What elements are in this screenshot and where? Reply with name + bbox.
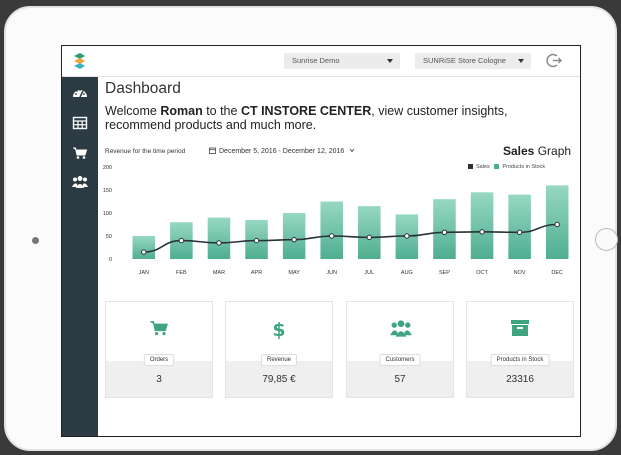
archive-icon	[511, 320, 529, 336]
bar-products-in-stock[interactable]	[282, 213, 306, 259]
tablet-bezel: Sunrise Demo SUNRiSE Store Cologne Dashb…	[4, 6, 618, 451]
card-label: Revenue	[260, 354, 298, 366]
page-title: Dashboard	[105, 80, 181, 97]
bar-products-in-stock[interactable]	[508, 194, 531, 259]
svg-text:$: $	[272, 319, 285, 339]
sales-point[interactable]	[253, 237, 260, 244]
y-tick-label: 150	[103, 188, 112, 194]
main-content: Dashboard Welcome Roman to the CT INSTOR…	[98, 77, 580, 436]
card-value: 57	[394, 374, 406, 385]
x-tick-label: JAN	[139, 270, 149, 276]
bar-products-in-stock[interactable]	[132, 236, 156, 259]
x-tick-label: AUG	[401, 270, 413, 276]
store-select[interactable]: SUNRiSE Store Cologne	[415, 53, 531, 69]
y-tick-label: 200	[103, 165, 112, 171]
store-select-value: SUNRiSE Store Cologne	[423, 56, 506, 65]
chart-heading: Sales Graph	[503, 144, 572, 158]
card-customers[interactable]: Customers 57	[346, 301, 454, 398]
x-tick-label: MAY	[288, 270, 300, 276]
bar-products-in-stock[interactable]	[433, 199, 456, 259]
sales-point[interactable]	[329, 233, 335, 239]
y-tick-label: 50	[106, 234, 112, 240]
chevron-down-icon	[387, 59, 393, 63]
table-icon[interactable]	[72, 116, 88, 130]
chevron-down-icon	[518, 59, 524, 63]
sales-point[interactable]	[554, 221, 560, 228]
sales-point[interactable]	[291, 236, 297, 243]
x-tick-label: APR	[251, 270, 262, 276]
kpi-cards: Orders 3 $ Revenue 79,85 € Customers 57 …	[98, 301, 580, 401]
sidebar	[62, 77, 98, 436]
project-select-value: Sunrise Demo	[292, 56, 340, 65]
sales-line	[143, 223, 558, 253]
user-name: Roman	[160, 104, 203, 118]
sales-point[interactable]	[479, 229, 485, 235]
x-tick-label: FEB	[176, 270, 187, 276]
bar-products-in-stock[interactable]	[358, 206, 381, 259]
sales-point[interactable]	[366, 234, 372, 241]
card-orders[interactable]: Orders 3	[105, 301, 213, 398]
logout-icon[interactable]	[546, 52, 563, 69]
x-tick-label: JUL	[364, 270, 374, 276]
bar-products-in-stock[interactable]	[207, 217, 231, 259]
chevron-down-icon	[349, 148, 355, 153]
sales-point[interactable]	[216, 240, 222, 246]
dashboard-icon[interactable]	[72, 86, 88, 100]
x-tick-label: JUN	[326, 270, 337, 276]
x-tick-label: DEC	[551, 270, 563, 276]
bar-products-in-stock[interactable]	[320, 201, 343, 260]
card-value: 23316	[506, 374, 534, 385]
cart-icon[interactable]	[72, 146, 88, 160]
calendar-icon	[209, 147, 216, 154]
cart-icon	[150, 321, 168, 336]
revenue-period-label: Revenue for the time period	[105, 148, 186, 155]
camera-dot	[32, 237, 39, 244]
card-label: Customers	[379, 354, 421, 366]
date-range-picker[interactable]: December 5, 2016 - December 12, 2016	[209, 147, 355, 155]
sales-point[interactable]	[141, 249, 147, 255]
date-range-value: December 5, 2016 - December 12, 2016	[219, 148, 345, 155]
x-tick-label: MAR	[213, 270, 225, 276]
app-logo	[74, 53, 85, 69]
bar-products-in-stock[interactable]	[470, 192, 494, 259]
card-value: 3	[156, 374, 162, 385]
card-label: Products in Stock	[490, 354, 550, 366]
dollar-icon: $	[272, 319, 285, 339]
y-tick-label: 0	[109, 257, 112, 263]
sales-chart: 0 50 100 150 200 JAN FEB MAR APR MAY JUN JUL AUG SEP…	[103, 165, 569, 276]
y-tick-label: 100	[103, 211, 112, 217]
sales-point[interactable]	[404, 233, 410, 239]
top-bar: Sunrise Demo SUNRiSE Store Cologne	[62, 46, 580, 77]
card-value: 79,85 €	[262, 374, 296, 385]
x-tick-label: OCT	[476, 270, 488, 276]
card-products-in-stock[interactable]: Products in Stock 23316	[466, 301, 574, 398]
sales-point[interactable]	[178, 237, 185, 244]
card-revenue[interactable]: $ Revenue 79,85 €	[225, 301, 333, 398]
sales-point[interactable]	[441, 229, 448, 236]
card-label: Orders	[143, 354, 175, 366]
home-button[interactable]	[595, 228, 618, 251]
project-select[interactable]: Sunrise Demo	[284, 53, 400, 69]
users-icon	[390, 320, 412, 337]
welcome-message: Welcome Roman to the CT INSTORE CENTER, …	[105, 104, 508, 132]
x-tick-label: NOV	[514, 270, 526, 276]
center-name: CT INSTORE CENTER	[240, 104, 372, 118]
sales-point[interactable]	[516, 229, 523, 236]
users-icon[interactable]	[72, 175, 88, 189]
x-tick-label: SEP	[439, 270, 450, 276]
app-screen: Sunrise Demo SUNRiSE Store Cologne Dashb…	[61, 45, 581, 437]
